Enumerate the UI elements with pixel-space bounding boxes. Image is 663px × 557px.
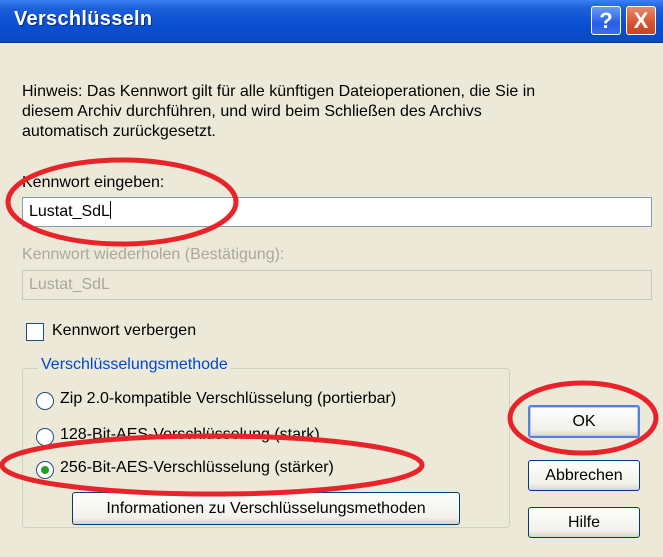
radio-aes128[interactable]: [36, 428, 54, 446]
text-caret: [109, 201, 111, 219]
help-button[interactable]: Hilfe: [528, 507, 640, 538]
password-label: Kennwort eingeben:: [22, 174, 165, 191]
hint-line-1: Hinweis: Das Kennwort gilt für alle künf…: [22, 83, 536, 100]
hint-line-3: automatisch zurückgesetzt.: [22, 123, 216, 140]
password-input[interactable]: Lustat_SdL: [22, 197, 652, 227]
hint-line-2: diesem Archiv durchführen, und wird beim…: [22, 103, 482, 120]
encryption-method-title: Verschlüsselungsmethode: [38, 356, 231, 374]
radio-selected-dot: [41, 466, 49, 474]
hide-password-label[interactable]: Kennwort verbergen: [52, 322, 196, 340]
password-value: Lustat_SdL: [29, 203, 110, 220]
confirm-value: Lustat_SdL: [29, 276, 110, 293]
radio-aes256[interactable]: [36, 461, 54, 479]
encryption-info-button[interactable]: Informationen zu Verschlüsselungsmethode…: [72, 492, 460, 525]
hint-text: Hinweis: Das Kennwort gilt für alle künf…: [22, 82, 642, 142]
radio-aes256-label[interactable]: 256-Bit-AES-Verschlüsselung (stärker): [60, 459, 334, 477]
confirm-label: Kennwort wiederholen (Bestätigung):: [22, 246, 285, 263]
radio-zip20-label[interactable]: Zip 2.0-kompatible Verschlüsselung (port…: [60, 390, 396, 408]
title-bar[interactable]: Verschlüsseln ? X: [0, 0, 663, 43]
radio-aes128-label[interactable]: 128-Bit-AES-Verschlüsselung (stark): [60, 426, 320, 444]
hide-password-checkbox[interactable]: [26, 323, 44, 341]
confirm-input: Lustat_SdL: [22, 270, 652, 300]
cancel-button[interactable]: Abbrechen: [528, 460, 640, 491]
ok-button[interactable]: OK: [528, 405, 640, 438]
radio-zip20[interactable]: [36, 392, 54, 410]
close-title-button[interactable]: X: [626, 6, 656, 35]
help-title-button[interactable]: ?: [591, 6, 621, 35]
window-title: Verschlüsseln: [14, 8, 153, 30]
